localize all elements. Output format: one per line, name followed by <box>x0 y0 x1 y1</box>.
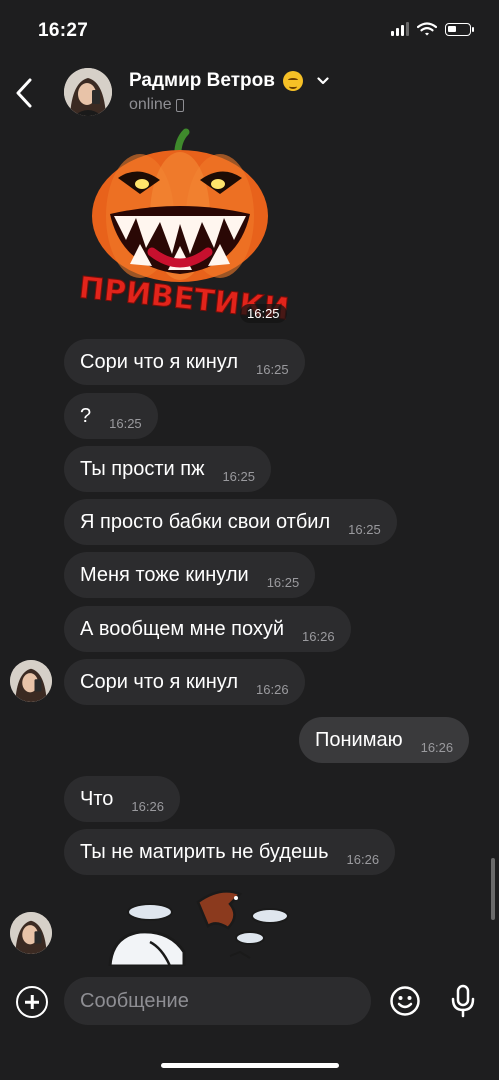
sticker-pumpkin[interactable]: ПРИВЕТИКИ 16:25 <box>68 128 292 328</box>
message-bubble[interactable]: Сори что я кинул 16:25 <box>64 339 305 385</box>
wifi-icon <box>417 22 437 36</box>
message-text: А вообщем мне похуй <box>80 617 285 640</box>
message-time: 16:25 <box>348 521 381 537</box>
message-time: 16:26 <box>256 681 289 697</box>
message-time: 16:25 <box>256 361 289 377</box>
scroll-indicator[interactable] <box>491 858 495 920</box>
pumpkin-sticker-image: ПРИВЕТИКИ <box>77 128 291 328</box>
back-icon[interactable] <box>12 76 38 110</box>
status-bar: 16:27 <box>0 0 499 60</box>
status-icons <box>391 22 474 36</box>
message-bubble[interactable]: А вообщем мне похуй 16:26 <box>64 606 351 652</box>
outgoing-message-bubble[interactable]: Понимаю 16:26 <box>299 717 470 763</box>
message-text: Понимаю <box>315 728 403 751</box>
contact-status: online <box>129 96 184 114</box>
message-text: Сори что я кинул <box>80 350 239 373</box>
message-text: Ты прости пж <box>80 457 205 480</box>
message-bubble[interactable]: Я просто бабки свои отбил 16:25 <box>64 499 397 545</box>
message-bubble[interactable]: Что 16:26 <box>64 776 180 822</box>
mobile-device-icon <box>175 98 184 112</box>
message-text: Что <box>80 787 114 810</box>
message-bubble[interactable]: ? 16:25 <box>64 393 158 439</box>
contact-avatar[interactable] <box>64 68 112 116</box>
add-attachment-icon[interactable] <box>16 986 48 1018</box>
sender-avatar[interactable] <box>10 912 52 954</box>
woozy-face-emoji-icon <box>282 71 303 91</box>
message-time: 16:25 <box>222 468 255 484</box>
sticker-cartoon[interactable] <box>90 882 300 966</box>
message-text: Я просто бабки свои отбил <box>80 510 331 533</box>
message-time: 16:26 <box>302 628 335 644</box>
message-text: Меня тоже кинули <box>80 563 249 586</box>
message-bubble[interactable]: Сори что я кинул 16:26 <box>64 659 305 705</box>
message-time: 16:25 <box>266 574 300 590</box>
contact-name: Радмир Ветров <box>129 70 275 91</box>
message-time: 16:26 <box>131 798 164 814</box>
message-text: Ты не матирить не будешь <box>80 840 329 863</box>
microphone-icon[interactable] <box>450 984 476 1018</box>
message-bubble[interactable]: Ты прости пж 16:25 <box>64 446 271 492</box>
message-bubble[interactable]: Ты не матирить не будешь 16:26 <box>64 829 396 875</box>
battery-icon <box>445 22 474 36</box>
message-time: 16:26 <box>346 851 380 867</box>
contact-name-row[interactable]: Радмир Ветров <box>129 70 329 92</box>
home-indicator[interactable] <box>161 1063 339 1068</box>
message-time: 16:25 <box>109 415 142 431</box>
message-input[interactable] <box>64 977 371 1025</box>
sender-avatar[interactable] <box>10 660 52 702</box>
cartoon-sticker-image <box>108 890 289 966</box>
chevron-down-icon[interactable] <box>317 77 329 85</box>
message-text: ? <box>80 404 92 427</box>
status-time: 16:27 <box>38 20 89 41</box>
message-time: 16:26 <box>420 739 454 755</box>
status-text: online <box>129 96 172 113</box>
message-bubble[interactable]: Меня тоже кинули 16:25 <box>64 552 316 598</box>
sticker-time: 16:25 <box>240 304 287 323</box>
chat-header: Радмир Ветров online <box>0 60 499 126</box>
emoji-icon[interactable] <box>389 985 421 1017</box>
message-text: Сори что я кинул <box>80 670 239 693</box>
signal-icon <box>391 22 409 36</box>
